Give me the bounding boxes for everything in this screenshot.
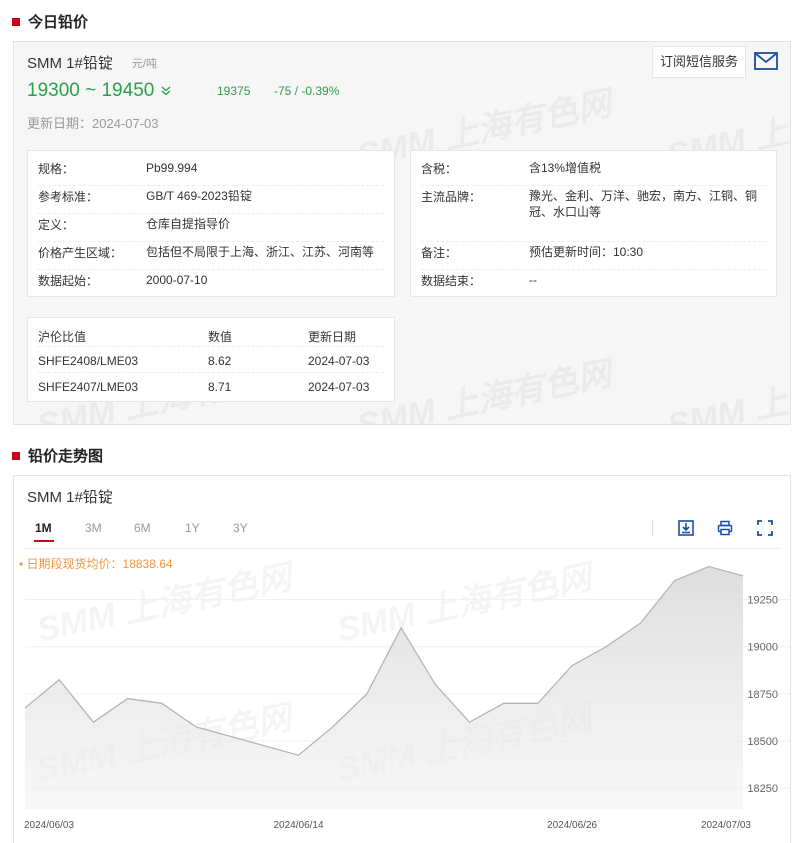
table-header: 数值	[208, 330, 233, 344]
spec-box-right: 含税： 含13%增值税 主流品牌： 豫光、金利、万洋、驰宏，南方、江铜、铜冠、水…	[410, 150, 777, 297]
spec-box-left: 规格： Pb99.994 参考标准： GB/T 469-2023铅锭 定义： 仓…	[27, 150, 395, 297]
section-title-text: 今日铅价	[28, 14, 89, 31]
table-cell: SHFE2407/LME03	[38, 380, 139, 394]
section-title-price-trend: 铅价走势图	[12, 445, 103, 466]
product-unit: 元/吨	[132, 58, 158, 70]
price-range: 19300 ~ 19450	[27, 80, 171, 102]
x-tick-label: 2024/07/03	[701, 820, 751, 831]
double-chevron-down-icon	[161, 86, 171, 96]
y-tick-label: 18750	[747, 689, 778, 701]
spec-key: 价格产生区域：	[38, 246, 123, 260]
table-header-row: 沪伦比值 数值 更新日期	[38, 321, 384, 347]
product-name: SMM 1#铅锭	[27, 55, 113, 72]
table-row: SHFE2407/LME03 8.71 2024-07-03	[38, 373, 384, 399]
spec-row: 规格： Pb99.994	[38, 160, 384, 186]
spec-value: 预估更新时间：10:30	[529, 245, 644, 259]
spec-key: 主流品牌：	[421, 190, 482, 204]
y-tick-label: 18250	[747, 783, 778, 795]
y-tick-label: 18500	[747, 736, 778, 748]
table-header: 沪伦比值	[38, 330, 87, 344]
spec-row: 主流品牌： 豫光、金利、万洋、驰宏，南方、江铜、铜冠、水口山等	[421, 188, 766, 242]
price-range-text: 19300 ~ 19450	[27, 80, 155, 101]
table-cell: SHFE2408/LME03	[38, 354, 139, 368]
table-cell: 2024-07-03	[308, 380, 370, 394]
spec-key: 参考标准：	[38, 190, 99, 204]
ratio-table: 沪伦比值 数值 更新日期 SHFE2408/LME03 8.62 2024-07…	[27, 317, 395, 402]
table-header: 更新日期	[308, 330, 357, 344]
y-tick-label: 19000	[747, 642, 778, 654]
section-title-text: 铅价走势图	[28, 448, 104, 465]
price-chart-panel: SMM 上海有色网 SMM 上海有色网 SMM 上海有色网 SMM 上海有色网 …	[13, 475, 791, 843]
spec-key: 数据起始：	[38, 274, 99, 288]
watermark: SMM 上海有色网	[662, 346, 790, 424]
spec-value: GB/T 469-2023铅锭	[146, 189, 252, 203]
spec-row: 数据结束： --	[421, 272, 766, 292]
update-date: 更新日期：2024-07-03	[27, 116, 159, 131]
section-marker	[12, 17, 20, 26]
spec-row: 备注： 预估更新时间：10:30	[421, 244, 766, 270]
section-marker	[12, 451, 20, 460]
spec-value: --	[529, 273, 537, 287]
spec-value: 豫光、金利、万洋、驰宏，南方、江铜、铜冠、水口山等	[529, 189, 758, 219]
mail-icon[interactable]	[754, 52, 778, 70]
spec-row: 参考标准： GB/T 469-2023铅锭	[38, 188, 384, 214]
spec-value: 2000-07-10	[146, 273, 208, 287]
section-title-today-price: 今日铅价	[12, 11, 88, 32]
spec-row: 含税： 含13%增值税	[421, 160, 766, 186]
today-price-panel: SMM 上海有色网 SMM 上海有色网 SMM 上海有色网 SMM 上海有色网 …	[13, 41, 791, 425]
price-area-fill	[25, 566, 743, 809]
x-tick-label: 2024/06/03	[24, 820, 74, 831]
spec-row: 数据起始： 2000-07-10	[38, 272, 384, 292]
x-tick-label: 2024/06/14	[273, 820, 323, 831]
table-cell: 8.71	[208, 380, 232, 394]
price-average: 19375	[217, 84, 251, 98]
price-chart: 18250 18500 18750 19000 19250 2024/06/03 2024/…	[24, 565, 790, 831]
y-tick-label: 19250	[747, 595, 778, 607]
subscribe-sms-button[interactable]: 订阅短信服务	[652, 46, 747, 78]
price-change: -75 / -0.39%	[274, 84, 340, 98]
table-row: SHFE2408/LME03 8.62 2024-07-03	[38, 347, 384, 373]
spec-value: 含13%增值税	[529, 161, 602, 175]
x-tick-label: 2024/06/26	[547, 820, 597, 831]
spec-key: 含税：	[421, 162, 458, 176]
spec-row: 价格产生区域： 包括但不局限于上海、浙江、江苏、河南等	[38, 244, 384, 270]
table-cell: 2024-07-03	[308, 354, 370, 368]
table-cell: 8.62	[208, 354, 232, 368]
spec-key: 数据结束：	[421, 274, 482, 288]
spec-key: 规格：	[38, 162, 75, 176]
spec-value: 仓库自提指导价	[146, 217, 231, 231]
spec-key: 备注：	[421, 246, 458, 260]
spec-key: 定义：	[38, 218, 75, 232]
spec-row: 定义： 仓库自提指导价	[38, 216, 384, 242]
spec-value: 包括但不局限于上海、浙江、江苏、河南等	[146, 245, 375, 259]
spec-value: Pb99.994	[146, 161, 198, 175]
